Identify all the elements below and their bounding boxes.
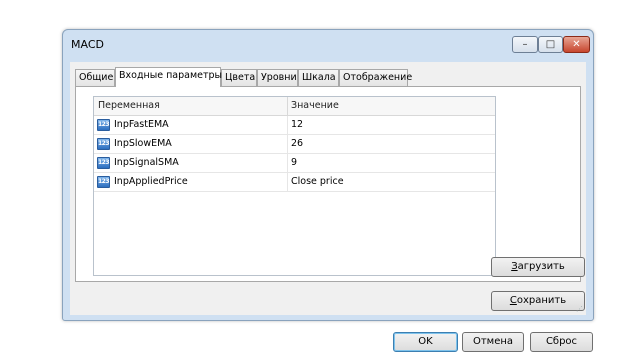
numeric-123-icon: 123 [97,157,110,169]
cell-divider [287,135,288,153]
macd-dialog: MACD – □ ✕ Общие Входные параметры Цвета… [62,29,594,352]
column-divider[interactable] [287,97,288,115]
column-header-value[interactable]: Значение [291,97,339,115]
parameters-grid[interactable]: Переменная Значение 123 InpFastEMA 12 12… [93,96,496,276]
cell-divider [287,154,288,172]
column-header-variable[interactable]: Переменная [98,97,160,115]
input-parameters-panel: Переменная Значение 123 InpFastEMA 12 12… [75,86,581,282]
save-button[interactable]: Сохранить [491,291,585,311]
parameter-name: InpSignalSMA [114,157,179,168]
table-row[interactable]: 123 InpSlowEMA 26 [94,135,495,154]
resize-grip-icon[interactable]: ⋰ [576,305,583,313]
tab-scale[interactable]: Шкала [298,69,339,86]
cell-divider [287,116,288,134]
minimize-button[interactable]: – [512,36,538,53]
tab-colors[interactable]: Цвета [221,69,257,86]
tab-general[interactable]: Общие [75,69,115,86]
load-button-label: агрузить [517,261,565,272]
dialog-client-area: Общие Входные параметры Цвета Уровни Шка… [70,62,593,352]
parameter-value[interactable]: 9 [291,154,297,172]
parameter-value[interactable]: 26 [291,135,303,153]
numeric-123-icon: 123 [97,119,110,131]
parameter-value[interactable]: Close price [291,173,344,191]
save-button-mnemonic: С [509,295,517,306]
cancel-button[interactable]: Отмена [462,332,524,352]
parameter-name: InpAppliedPrice [114,176,188,187]
parameter-value[interactable]: 12 [291,116,303,134]
tab-input-parameters[interactable]: Входные параметры [115,67,222,87]
maximize-button[interactable]: □ [538,36,563,53]
parameter-name: InpSlowEMA [114,138,172,149]
save-button-label: охранить [516,295,567,306]
window-title: MACD [71,38,104,51]
load-button[interactable]: Загрузить [491,257,585,277]
table-row[interactable]: 123 InpAppliedPrice Close price [94,173,495,192]
numeric-123-icon: 123 [97,138,110,150]
table-row[interactable]: 123 InpFastEMA 12 [94,116,495,135]
close-icon: ✕ [572,39,581,50]
cell-divider [287,173,288,191]
minimize-icon: – [522,39,528,50]
tab-display[interactable]: Отображение [339,69,412,86]
title-bar[interactable]: MACD – □ ✕ [63,30,593,56]
reset-button[interactable]: Сброс [530,332,593,352]
table-row[interactable]: 123 InpSignalSMA 9 [94,154,495,173]
tab-levels[interactable]: Уровни [257,69,298,86]
grid-header: Переменная Значение [94,97,495,116]
numeric-123-icon: 123 [97,176,110,188]
maximize-icon: □ [545,39,556,50]
close-button[interactable]: ✕ [563,36,590,53]
parameter-name: InpFastEMA [114,119,169,130]
ok-button[interactable]: OK [393,332,458,352]
